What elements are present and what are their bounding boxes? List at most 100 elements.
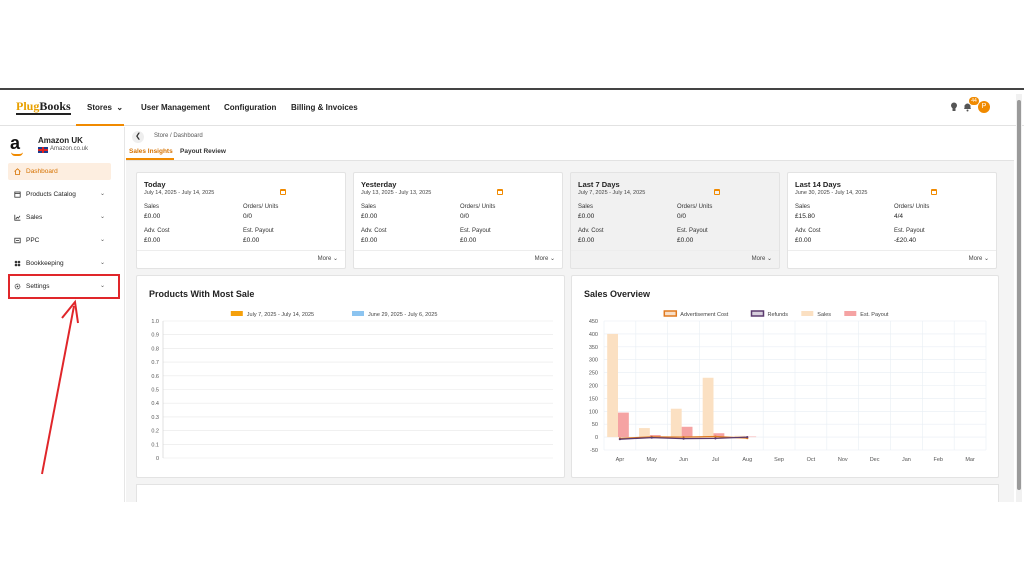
main-header: ❮ Store / Dashboard Sales Insights Payou…	[126, 127, 1014, 161]
est-payout-value: £0.00	[677, 237, 694, 244]
sidebar-item-ppc[interactable]: PPC ⌄	[8, 232, 111, 249]
card-divider	[137, 250, 345, 251]
x-tick-label: Aug	[742, 457, 752, 463]
line-point	[650, 436, 653, 439]
more-button[interactable]: More ⌄	[318, 255, 338, 262]
y-tick-label: -50	[590, 448, 598, 454]
orders-units-value: 0/0	[243, 213, 253, 220]
chevron-down-icon: ⌄	[99, 214, 105, 220]
x-tick-label: Dec	[870, 457, 880, 463]
sales-value: £0.00	[144, 213, 161, 220]
x-tick-label: Mar	[965, 457, 975, 463]
sidebar-item-products-catalog[interactable]: Products Catalog ⌄	[8, 186, 111, 203]
card-divider	[354, 250, 562, 251]
sidebar-item-dashboard[interactable]: Dashboard	[8, 163, 111, 180]
y-tick-label: 450	[589, 319, 598, 325]
back-button[interactable]: ❮	[132, 131, 144, 143]
top-right-icons: 44 P	[950, 97, 994, 116]
chevron-left-icon: ❮	[135, 133, 141, 140]
adv-cost-label: Adv. Cost	[795, 228, 821, 234]
legend-swatch	[801, 311, 814, 316]
page-scrollbar[interactable]	[1016, 94, 1022, 502]
legend-label: June 29, 2025 - July 6, 2025	[368, 312, 437, 318]
y-tick-label: 0.2	[151, 429, 159, 435]
tab-payout-review[interactable]: Payout Review	[180, 148, 226, 155]
orders-units-label: Orders/ Units	[243, 204, 279, 210]
nav-active-indicator	[76, 124, 124, 126]
bar	[607, 333, 619, 438]
calendar-icon[interactable]	[714, 189, 720, 195]
calendar-icon[interactable]	[280, 189, 286, 195]
y-tick-label: 100	[589, 409, 598, 415]
legend-swatch	[844, 311, 857, 316]
calendar-icon[interactable]	[931, 189, 937, 195]
orders-units-label: Orders/ Units	[460, 204, 496, 210]
x-tick-label: Apr	[616, 457, 625, 463]
scrollbar-thumb[interactable]	[1017, 100, 1021, 490]
y-tick-label: 0.7	[151, 360, 159, 366]
sales-value: £15.80	[795, 213, 815, 220]
calendar-icon[interactable]	[497, 189, 503, 195]
sidebar-item-bookkeeping[interactable]: Bookkeeping ⌄	[8, 255, 111, 272]
stat-card-last-7-days: Last 7 Days July 7, 2025 - July 14, 2025…	[570, 172, 780, 269]
adv-cost-label: Adv. Cost	[361, 228, 387, 234]
legend-swatch	[750, 310, 765, 317]
avatar[interactable]: P	[978, 101, 990, 113]
adv-cost-label: Adv. Cost	[144, 228, 170, 234]
y-tick-label: 0.5	[151, 388, 159, 394]
sidebar-item-label: Dashboard	[26, 168, 58, 175]
orders-units-value: 0/0	[460, 213, 470, 220]
est-payout-label: Est. Payout	[894, 228, 925, 234]
y-tick-label: 150	[589, 396, 598, 402]
chevron-down-icon: ⌄	[99, 237, 105, 243]
card-title: Yesterday	[361, 180, 397, 189]
more-label: More	[534, 256, 549, 262]
stat-card-yesterday: Yesterday July 13, 2025 - July 13, 2025 …	[353, 172, 563, 269]
nav-user-management[interactable]: User Management	[141, 103, 210, 112]
lightbulb-icon[interactable]	[950, 102, 958, 112]
tab-sales-insights[interactable]: Sales Insights	[129, 148, 173, 155]
legend-swatch	[663, 310, 678, 317]
sidebar-item-sales[interactable]: Sales ⌄	[8, 209, 111, 226]
y-tick-label: 0.4	[151, 401, 159, 407]
card-title: Today	[144, 180, 166, 189]
chevron-down-icon: ⌄	[99, 191, 105, 197]
adv-cost-value: £0.00	[795, 237, 812, 244]
y-tick-label: 1.0	[151, 319, 159, 325]
card-title: Last 7 Days	[578, 180, 620, 189]
nav-stores[interactable]: Stores ⌄	[87, 103, 123, 112]
x-tick-label: Jun	[679, 457, 688, 463]
est-payout-label: Est. Payout	[460, 228, 491, 234]
chevron-down-icon: ⌄	[331, 256, 338, 262]
sales-label: Sales	[795, 204, 811, 210]
stat-card-last-14-days: Last 14 Days June 30, 2025 - July 14, 20…	[787, 172, 997, 269]
tab-active-indicator	[126, 158, 174, 160]
amazon-smile-icon	[11, 152, 23, 156]
line-point	[746, 436, 749, 439]
more-button[interactable]: More ⌄	[969, 255, 989, 262]
top-navigation: PlugBooks Stores ⌄ User Management Confi…	[0, 90, 1024, 126]
nav-configuration[interactable]: Configuration	[224, 103, 276, 112]
legend-label: Sales	[817, 312, 831, 318]
chart-icon	[14, 214, 21, 221]
line-point	[682, 437, 685, 440]
x-tick-label: Nov	[838, 457, 848, 463]
y-tick-label: 0	[595, 435, 598, 441]
book-icon	[14, 260, 21, 267]
products-most-sale-chart: July 7, 2025 - July 14, 2025 June 29, 202…	[151, 311, 553, 462]
nav-billing-invoices[interactable]: Billing & Invoices	[291, 103, 358, 112]
y-tick-label: 200	[589, 384, 598, 390]
est-payout-label: Est. Payout	[243, 228, 274, 234]
more-button[interactable]: More ⌄	[752, 255, 772, 262]
card-title: Last 14 Days	[795, 180, 841, 189]
chevron-down-icon: ⌄	[548, 256, 555, 262]
line-point	[714, 437, 717, 440]
legend-label: Est. Payout	[860, 312, 889, 318]
legend-swatch	[230, 311, 243, 316]
products-most-sale-panel: Products With Most Sale July 7, 2025 - J…	[136, 275, 565, 478]
more-button[interactable]: More ⌄	[535, 255, 555, 262]
plugbooks-logo[interactable]: PlugBooks	[16, 100, 71, 115]
adv-cost-value: £0.00	[578, 237, 595, 244]
orders-units-label: Orders/ Units	[894, 204, 930, 210]
bar	[702, 377, 714, 438]
